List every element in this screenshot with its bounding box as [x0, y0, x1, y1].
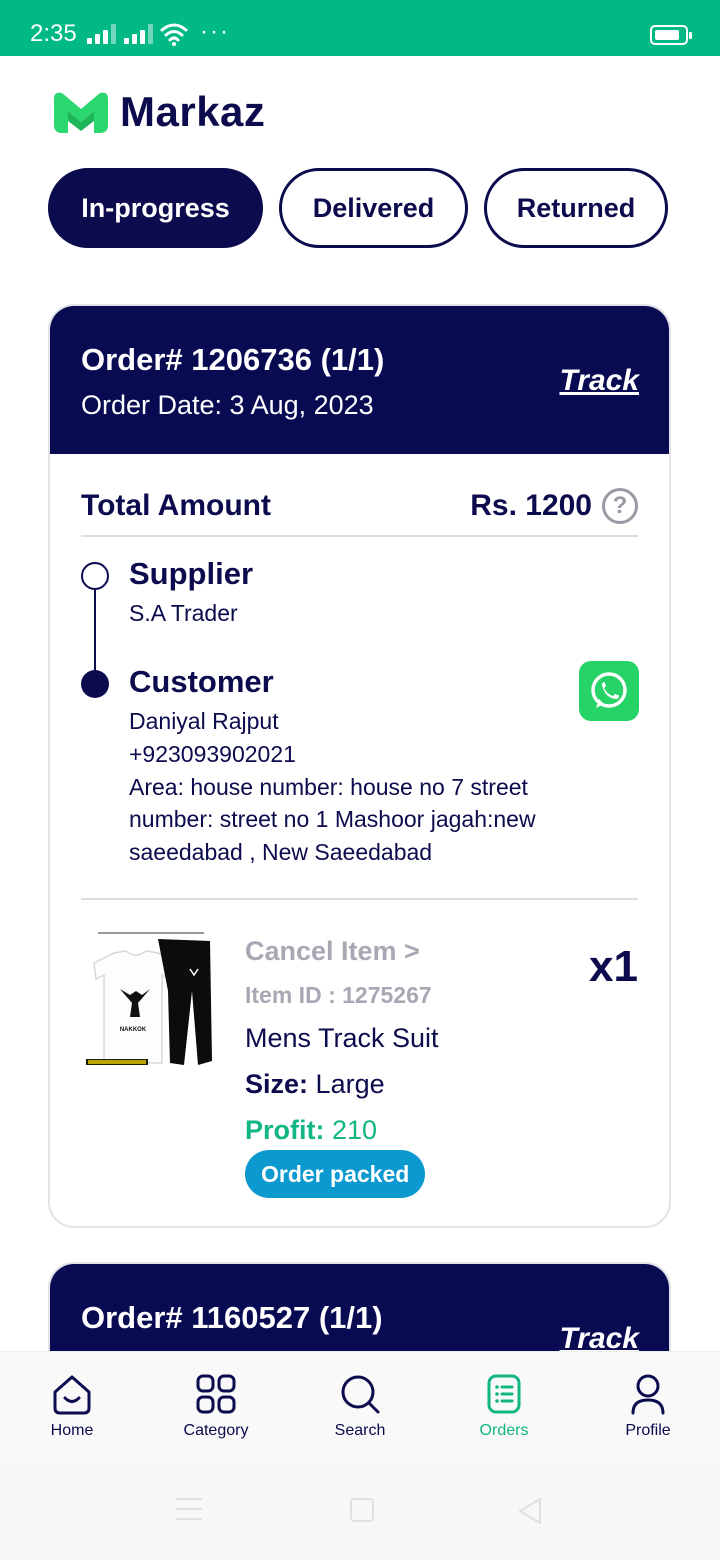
system-navigation-bar [0, 1464, 720, 1560]
nav-home[interactable]: Home [0, 1352, 144, 1464]
order-number: Order# 1206736 (1/1) [81, 342, 385, 377]
recent-apps-icon[interactable] [176, 1498, 202, 1528]
customer-timeline-dot [81, 670, 109, 698]
divider [81, 898, 638, 900]
nav-search[interactable]: Search [288, 1352, 432, 1464]
help-icon[interactable]: ? [602, 488, 638, 524]
product-image[interactable]: NAKKOK [84, 931, 216, 1073]
order-date: Order Date: 3 Aug, 2023 [81, 390, 374, 420]
product-profit: Profit: 210 [245, 1115, 377, 1146]
supplier-title: Supplier [129, 556, 254, 591]
track-suit-image: NAKKOK [84, 931, 216, 1073]
signal-icon [87, 24, 116, 44]
status-time: 2:35 [30, 20, 77, 47]
customer-title: Customer [129, 664, 274, 699]
profit-label: Profit: [245, 1115, 325, 1145]
size-label: Size: [245, 1069, 309, 1099]
signal-icon-2 [124, 24, 153, 44]
product-size: Size: Large [245, 1069, 385, 1100]
battery-icon [650, 25, 692, 45]
product-name: Mens Track Suit [245, 1023, 439, 1053]
image-brand-caption: NAKKOK [120, 1027, 147, 1033]
markaz-logo: Markaz [54, 88, 265, 136]
status-badge: Order packed [245, 1150, 426, 1198]
supplier-name: S.A Trader [129, 600, 238, 626]
orders-receipt-icon [487, 1374, 521, 1414]
nav-category-label: Category [183, 1422, 249, 1439]
tab-delivered[interactable]: Delivered [279, 168, 468, 248]
customer-area-line-1: Area: house number: house no 7 street [129, 774, 528, 800]
markaz-logo-icon [54, 92, 108, 133]
nav-profile[interactable]: Profile [576, 1352, 720, 1464]
total-amount-value: Rs. 1200 [470, 489, 592, 522]
nav-home-label: Home [50, 1422, 94, 1439]
order-status-tabs: In-progress Delivered Returned [48, 168, 668, 248]
nav-profile-label: Profile [625, 1422, 671, 1439]
nav-search-label: Search [334, 1422, 386, 1439]
customer-area-line-3: saeedabad , New Saeedabad [129, 839, 433, 865]
status-bar: 2:35 ··· [0, 0, 720, 56]
tab-returned[interactable]: Returned [484, 168, 668, 248]
bottom-navigation: Home Category Search Orders Profile [0, 1351, 720, 1464]
nav-orders[interactable]: Orders [432, 1352, 576, 1464]
home-button-icon[interactable] [350, 1498, 374, 1522]
whatsapp-button[interactable] [579, 661, 639, 721]
divider [81, 535, 638, 537]
total-amount-label: Total Amount [81, 489, 271, 522]
logo-text: Markaz [120, 88, 266, 135]
more-status-icon: ··· [200, 18, 230, 45]
back-icon[interactable] [516, 1496, 544, 1526]
track-link[interactable]: Track [559, 364, 639, 398]
search-icon [341, 1375, 380, 1414]
tab-in-progress[interactable]: In-progress [48, 168, 263, 248]
item-quantity: x1 [589, 942, 638, 991]
profile-icon [631, 1374, 665, 1415]
cancel-item-link[interactable]: Cancel Item > [245, 936, 420, 967]
supplier-timeline-dot [81, 562, 109, 590]
order-number: Order# 1160527 (1/1) [81, 1300, 383, 1335]
customer-phone: +923093902021 [129, 741, 296, 767]
customer-area-line-2: number: street no 1 Mashoor jagah:new [129, 806, 536, 832]
size-value: Large [315, 1069, 385, 1099]
profit-value: 210 [332, 1115, 378, 1145]
category-grid-icon [196, 1374, 236, 1414]
order-card-header: Order# 1206736 (1/1) Order Date: 3 Aug, … [50, 306, 669, 454]
order-card: Order# 1206736 (1/1) Order Date: 3 Aug, … [48, 304, 671, 1228]
total-amount-row: Total Amount Rs. 1200 ? [81, 476, 638, 536]
customer-name: Daniyal Rajput [129, 708, 279, 734]
home-icon [53, 1375, 91, 1415]
whatsapp-icon [591, 672, 627, 708]
wifi-icon [160, 23, 188, 46]
nav-category[interactable]: Category [144, 1352, 288, 1464]
item-id: Item ID : 1275267 [245, 982, 432, 1008]
nav-orders-label: Orders [479, 1422, 529, 1439]
